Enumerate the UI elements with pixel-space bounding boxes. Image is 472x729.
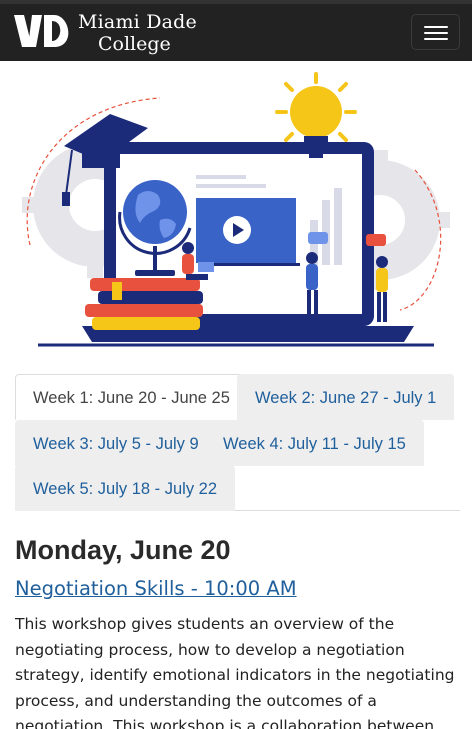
brand-name-line2: College	[98, 33, 171, 55]
day-heading: Monday, June 20	[15, 535, 231, 565]
navbar-top-stripe	[0, 0, 472, 4]
week-tabs: Week 1: June 20 - June 25 Week 2: June 2…	[15, 374, 460, 511]
top-navbar: Miami Dade College	[0, 0, 472, 61]
tab-week-1[interactable]: Week 1: June 20 - June 25	[15, 374, 248, 420]
tab-week-3[interactable]: Week 3: July 5 - July 9	[15, 420, 217, 466]
schedule-content: Monday, June 20 Negotiation Skills - 10:…	[15, 530, 460, 729]
hamburger-menu-button[interactable]	[411, 14, 460, 50]
tab-week-2[interactable]: Week 2: June 27 - July 1	[237, 374, 455, 420]
hamburger-menu-icon	[424, 26, 448, 28]
hamburger-menu-icon-bar	[424, 32, 448, 34]
brand-name-line1: Miami Dade	[78, 11, 197, 33]
session-description: This workshop gives students an overview…	[15, 615, 455, 729]
online-learning-illustration	[22, 72, 450, 347]
session-link[interactable]: Negotiation Skills - 10:00 AM	[15, 574, 297, 604]
tab-week-4[interactable]: Week 4: July 11 - July 15	[205, 420, 424, 466]
brand-home-link[interactable]: Miami Dade College	[14, 11, 204, 55]
mdc-logo-icon	[14, 15, 69, 47]
tab-week-5[interactable]: Week 5: July 18 - July 22	[15, 465, 236, 511]
hamburger-menu-icon-bar	[424, 38, 448, 40]
